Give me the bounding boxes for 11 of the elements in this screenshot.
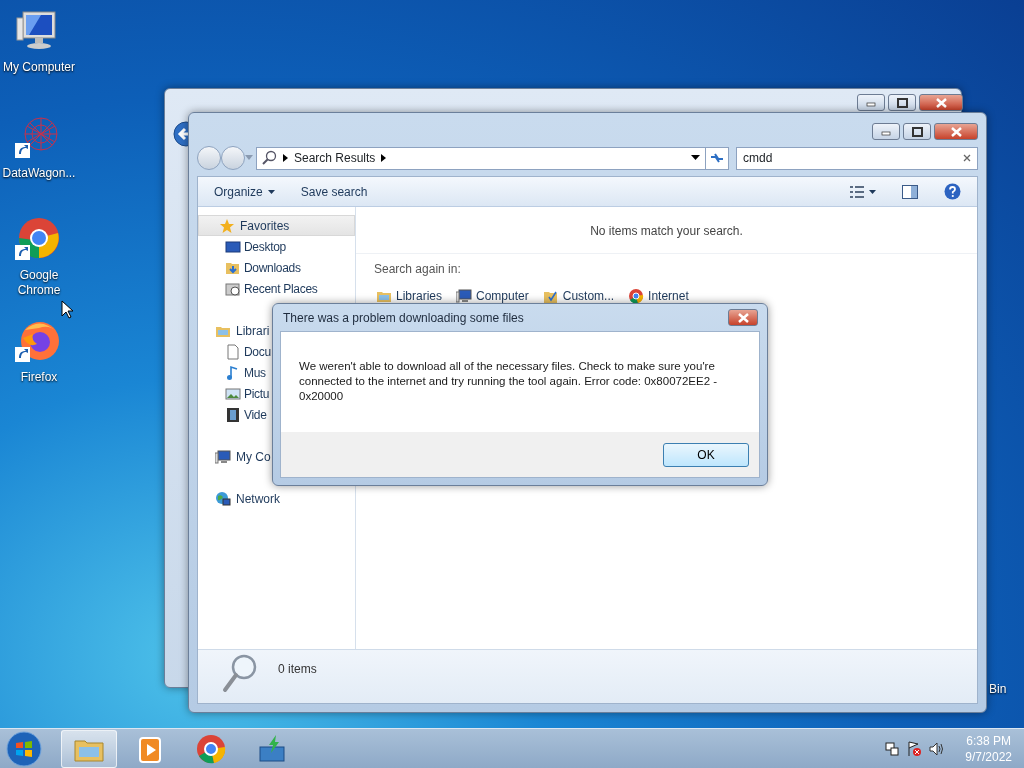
icon-label: My Computer bbox=[3, 60, 75, 75]
empty-message: No items match your search. bbox=[356, 207, 977, 254]
icon-label: Google Chrome bbox=[16, 268, 62, 298]
icon-label: Firefox bbox=[20, 370, 58, 385]
icon-label: DataWagon... bbox=[2, 166, 76, 181]
search-text: cmdd bbox=[743, 150, 774, 167]
status-text: 0 items bbox=[278, 661, 317, 678]
section-label: Search again in: bbox=[373, 261, 462, 278]
dialog-message: We weren't able to download all of the necessary files. Check to make sure you're connected to the internet and try running the tool again. Error code: 0x80072EE2 - 0x20000 bbox=[281, 332, 759, 432]
dialog-title: There was a problem downloading some files bbox=[283, 309, 524, 327]
icon-label: Bin bbox=[989, 682, 1007, 697]
